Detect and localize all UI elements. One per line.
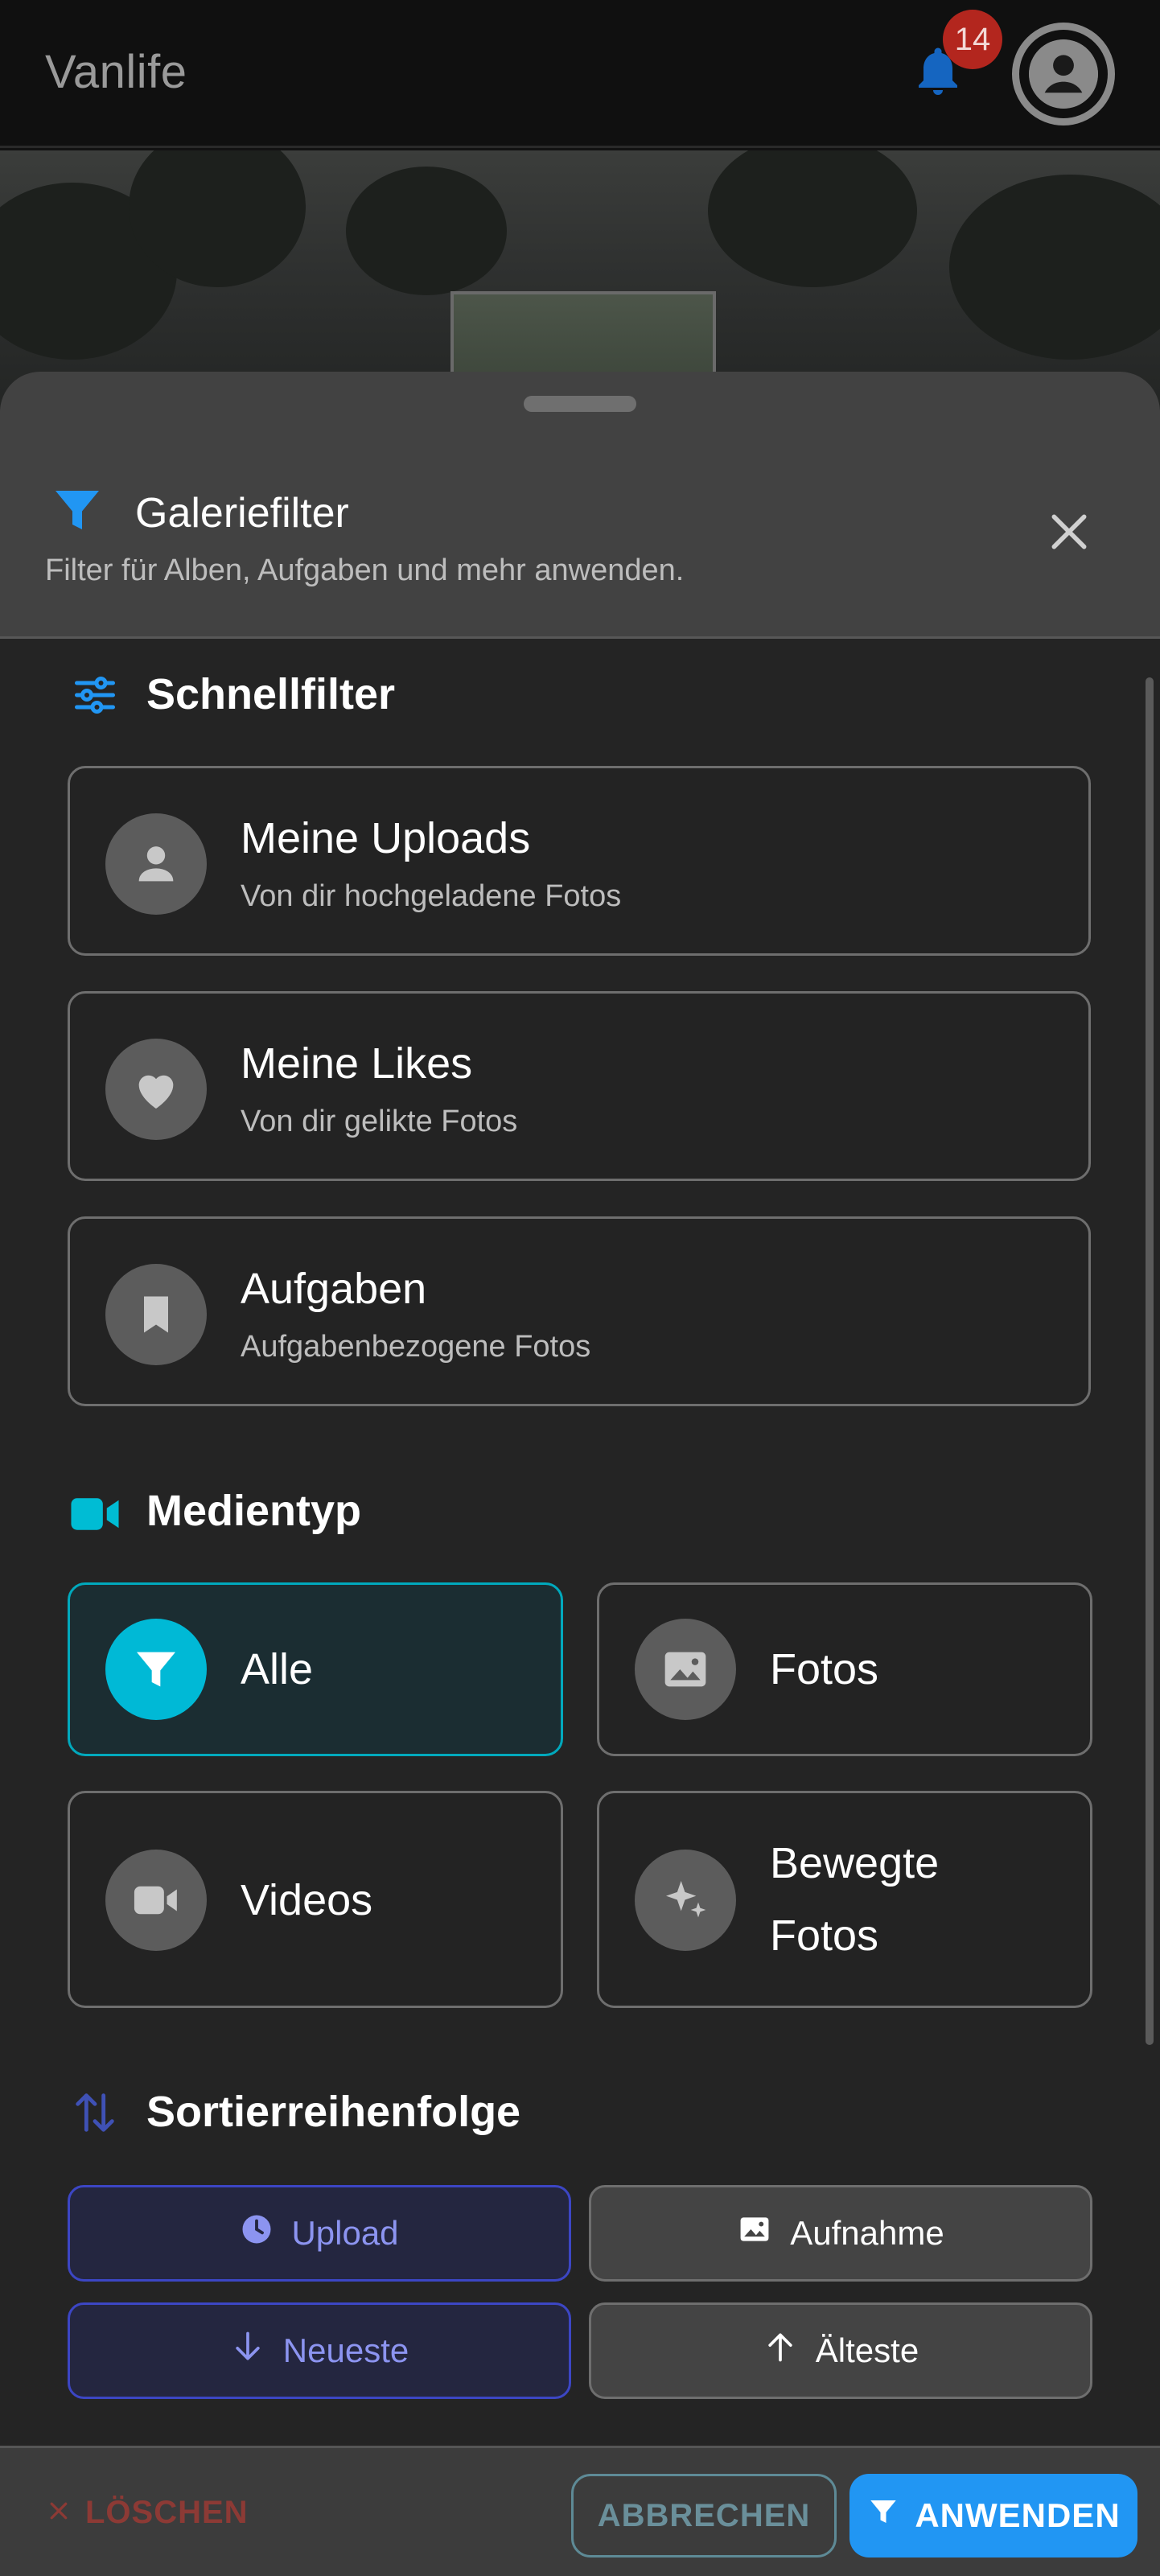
clear-label: LÖSCHEN [85,2494,249,2530]
quick-filter-title: Meine Uploads [241,814,531,862]
media-type-motion-photos[interactable]: Bewegte Fotos [597,1791,1092,2008]
sheet-subtitle: Filter für Alben, Aufgaben und mehr anwe… [45,553,685,587]
app-title: Vanlife [45,46,187,98]
apply-button[interactable]: ANWENDEN [849,2474,1137,2557]
sort-by-label: Aufnahme [790,2214,944,2252]
arrow-down-icon [230,2329,265,2372]
sort-newest-button[interactable]: Neueste [68,2302,571,2399]
clear-button[interactable]: LÖSCHEN [47,2480,249,2545]
quick-filter-subtitle: Von dir gelikte Fotos [241,1105,518,1138]
media-type-label: Fotos [770,1645,879,1693]
image-icon [635,1619,736,1720]
media-type-videos[interactable]: Videos [68,1791,563,2008]
background-photo [0,150,1160,408]
gallery-filter-sheet: Galeriefilter Filter für Alben, Aufgaben… [0,372,1160,2576]
arrow-up-icon [763,2329,798,2372]
media-type-all[interactable]: Alle [68,1582,563,1756]
media-type-photos[interactable]: Fotos [597,1582,1092,1756]
sort-by-capture-button[interactable]: Aufnahme [589,2185,1092,2282]
drag-handle[interactable] [524,396,636,412]
close-icon [1051,514,1087,549]
quick-filter-title: Aufgaben [241,1265,427,1313]
sort-order-title: Sortierreihenfolge [146,2088,521,2136]
close-button[interactable] [1035,497,1104,566]
close-icon [47,2495,71,2531]
media-type-label: Alle [241,1645,314,1693]
cancel-button[interactable]: ABBRECHEN [571,2474,837,2557]
image-icon [737,2212,772,2255]
media-type-label-line2: Fotos [770,1911,879,1960]
tune-icon [71,671,119,719]
quick-filter-subtitle: Von dir hochgeladene Fotos [241,879,622,913]
sort-by-upload-button[interactable]: Upload [68,2185,571,2282]
media-type-label: Videos [241,1876,373,1924]
quick-filters-title: Schnellfilter [146,670,396,718]
clock-icon [240,2212,274,2254]
sort-by-label: Upload [291,2214,399,2252]
video-icon [105,1850,207,1951]
apply-label: ANWENDEN [915,2496,1121,2534]
sparkle-icon [635,1850,736,1951]
quick-filter-tasks[interactable]: Aufgaben Aufgabenbezogene Fotos [68,1216,1091,1406]
avatar-icon [1029,39,1098,109]
sort-order-label: Älteste [815,2331,919,2369]
notification-badge: 14 [943,10,1002,69]
sheet-footer: LÖSCHEN ABBRECHEN ANWENDEN [0,2446,1160,2576]
filter-icon [105,1619,207,1720]
sort-order-label: Neueste [282,2331,409,2369]
person-icon [105,813,207,915]
heart-icon [105,1039,207,1140]
scrollbar[interactable] [1146,677,1154,2045]
sheet-header: Galeriefilter Filter für Alben, Aufgaben… [0,372,1160,639]
media-type-label-line1: Bewegte [770,1839,940,1887]
cancel-label: ABBRECHEN [597,2497,811,2533]
quick-filter-my-uploads[interactable]: Meine Uploads Von dir hochgeladene Fotos [68,766,1091,956]
media-type-title: Medientyp [146,1487,362,1535]
swap-vert-icon [69,2087,117,2135]
sheet-title: Galeriefilter [135,490,349,537]
account-button[interactable] [1012,23,1115,126]
video-camera-icon [69,1490,119,1538]
sort-oldest-button[interactable]: Älteste [589,2302,1092,2399]
quick-filter-subtitle: Aufgabenbezogene Fotos [241,1330,591,1364]
app-bar: Vanlife 14 [0,0,1160,148]
filter-icon [48,481,106,539]
filter-icon [866,2495,900,2537]
bookmark-icon [105,1264,207,1365]
quick-filter-title: Meine Likes [241,1039,473,1088]
quick-filter-my-likes[interactable]: Meine Likes Von dir gelikte Fotos [68,991,1091,1181]
